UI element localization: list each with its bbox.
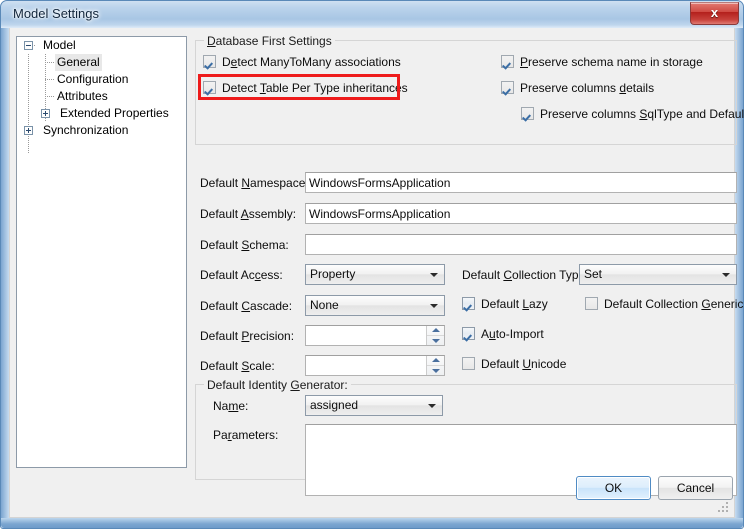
- spinner-buttons[interactable]: [426, 356, 444, 375]
- chevron-down-icon: [722, 273, 730, 277]
- close-button[interactable]: x: [690, 2, 739, 25]
- checkbox-box[interactable]: [521, 107, 534, 120]
- settings-pane: Database First Settings Detect ManyToMan…: [193, 28, 744, 518]
- tree-node-configuration[interactable]: Configuration: [17, 71, 130, 88]
- label-default-collection-type: Default Collection Type:: [462, 268, 589, 282]
- window-title: Model Settings: [13, 6, 99, 21]
- checkbox-label: Auto-Import: [481, 327, 544, 341]
- spinner-up-icon[interactable]: [427, 326, 444, 336]
- tree-node-attributes[interactable]: Attributes: [17, 88, 110, 105]
- checkbox-label: Detect Table Per Type inheritances: [222, 81, 408, 95]
- title-bar[interactable]: Model Settings x: [1, 1, 743, 28]
- tree-node-label: Model: [43, 38, 76, 52]
- default-access-value: Property: [310, 267, 356, 281]
- tree-node-label: Synchronization: [43, 123, 129, 137]
- close-icon: x: [710, 5, 719, 20]
- checkbox-default-unicode[interactable]: Default Unicode: [462, 357, 566, 372]
- cancel-button[interactable]: Cancel: [658, 476, 733, 500]
- spinner-buttons[interactable]: [426, 326, 444, 345]
- model-settings-dialog: Model Settings x Model General Configura…: [0, 0, 744, 529]
- label-default-scale: Default Scale:: [200, 359, 275, 373]
- spinner-down-icon[interactable]: [427, 336, 444, 345]
- spinner-down-icon[interactable]: [427, 366, 444, 375]
- checkbox-preserve-schema-name[interactable]: Preserve schema name in storage: [501, 55, 703, 70]
- default-assembly-input[interactable]: [305, 203, 737, 224]
- chevron-down-icon: [428, 404, 436, 408]
- tree-node-synchronization[interactable]: Synchronization: [17, 122, 130, 139]
- checkbox-default-collection-generic[interactable]: Default Collection Generic: [585, 297, 743, 312]
- checkbox-detect-manytomany[interactable]: Detect ManyToMany associations: [203, 55, 401, 70]
- default-access-combo[interactable]: Property: [305, 264, 445, 285]
- label-default-access: Default Access:: [200, 268, 283, 282]
- checkbox-box[interactable]: [501, 81, 514, 94]
- default-scale-spinner[interactable]: [305, 355, 445, 376]
- expand-icon[interactable]: [41, 109, 50, 118]
- default-collection-type-value: Set: [584, 267, 603, 281]
- label-identity-name: Name:: [213, 399, 249, 413]
- checkbox-detect-table-per-type[interactable]: Detect Table Per Type inheritances: [203, 81, 408, 96]
- group-title: Database First Settings: [204, 34, 335, 48]
- checkbox-box[interactable]: [501, 55, 514, 68]
- checkbox-label: Default Collection Generic: [604, 297, 744, 311]
- tree-node-model[interactable]: Model: [17, 37, 78, 54]
- checkbox-label: Preserve schema name in storage: [520, 55, 703, 69]
- checkbox-box[interactable]: [203, 81, 216, 94]
- tree-node-extended-properties[interactable]: Extended Properties: [17, 105, 171, 122]
- checkbox-box[interactable]: [462, 327, 475, 340]
- tree-node-label: Configuration: [57, 72, 129, 86]
- checkbox-auto-import[interactable]: Auto-Import: [462, 327, 544, 342]
- identity-name-value: assigned: [310, 398, 359, 412]
- tree-node-label: General: [55, 54, 102, 71]
- chevron-down-icon: [430, 304, 438, 308]
- spinner-up-icon[interactable]: [427, 356, 444, 366]
- collapse-icon[interactable]: [24, 41, 33, 50]
- window-frame-bottom: [1, 518, 743, 528]
- checkbox-preserve-columns-sqltype[interactable]: Preserve columns SqlType and Default: [521, 107, 744, 122]
- dialog-client-area: Model General Configuration Attributes E…: [9, 28, 744, 518]
- label-default-schema: Default Schema:: [200, 238, 289, 252]
- default-namespace-input[interactable]: [305, 172, 737, 193]
- settings-tree[interactable]: Model General Configuration Attributes E…: [16, 36, 187, 468]
- checkbox-preserve-columns-details[interactable]: Preserve columns details: [501, 81, 654, 96]
- identity-name-combo[interactable]: assigned: [305, 395, 443, 416]
- tree-node-label: Extended Properties: [60, 106, 169, 120]
- checkbox-label: Preserve columns details: [520, 81, 655, 95]
- checkbox-box[interactable]: [585, 297, 598, 310]
- group-title: Default Identity Generator:: [204, 378, 351, 392]
- tree-node-label: Attributes: [57, 89, 108, 103]
- label-default-namespace: Default Namespace:: [200, 176, 309, 190]
- checkbox-box[interactable]: [462, 357, 475, 370]
- checkbox-label: Preserve columns SqlType and Default: [540, 107, 744, 121]
- tree-node-general[interactable]: General: [17, 54, 102, 71]
- default-cascade-combo[interactable]: None: [305, 295, 445, 316]
- expand-icon[interactable]: [24, 126, 33, 135]
- default-cascade-value: None: [310, 298, 339, 312]
- checkbox-default-lazy[interactable]: Default Lazy: [462, 297, 548, 312]
- default-precision-spinner[interactable]: [305, 325, 445, 346]
- label-identity-parameters: Parameters:: [213, 428, 279, 442]
- checkbox-label: Default Lazy: [481, 297, 548, 311]
- ok-button[interactable]: OK: [576, 476, 651, 500]
- checkbox-label: Default Unicode: [481, 357, 567, 371]
- label-default-precision: Default Precision:: [200, 329, 295, 343]
- checkbox-box[interactable]: [462, 297, 475, 310]
- checkbox-box[interactable]: [203, 55, 216, 68]
- resize-grip[interactable]: [718, 502, 730, 514]
- label-default-assembly: Default Assembly:: [200, 207, 297, 221]
- label-default-cascade: Default Cascade:: [200, 299, 293, 313]
- default-collection-type-combo[interactable]: Set: [579, 264, 737, 285]
- checkbox-label: Detect ManyToMany associations: [222, 55, 401, 69]
- default-schema-input[interactable]: [305, 234, 737, 255]
- chevron-down-icon: [430, 273, 438, 277]
- window-frame-left: [1, 28, 9, 519]
